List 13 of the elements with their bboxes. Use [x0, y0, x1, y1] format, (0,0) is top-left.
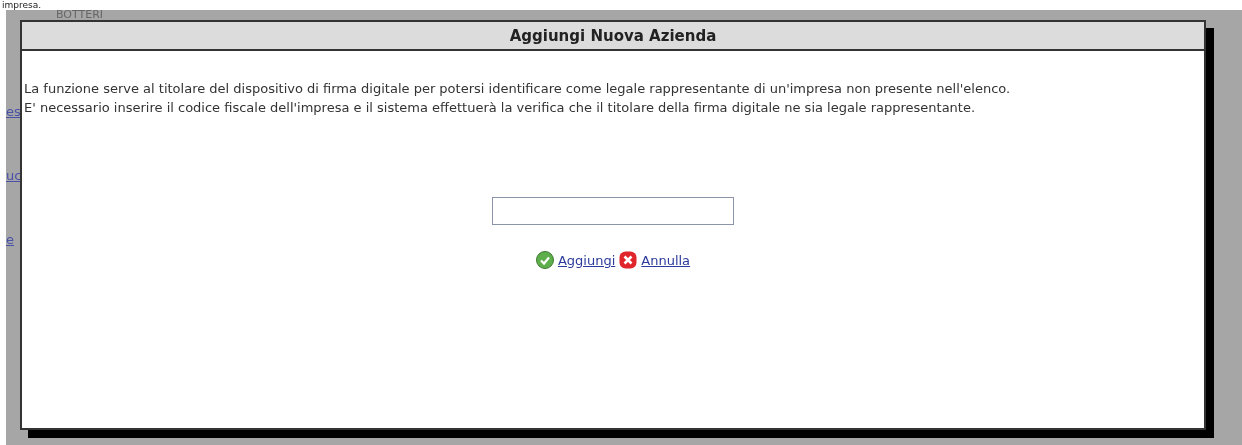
close-icon — [619, 251, 638, 269]
page-link[interactable]: e — [6, 232, 20, 248]
page-text: impresa. — [2, 0, 42, 10]
input-field[interactable] — [492, 197, 734, 225]
page-link[interactable]: uc — [6, 168, 20, 184]
page-heading: BOTTERI — [56, 10, 104, 20]
page-link[interactable]: es — [6, 104, 20, 120]
add-link[interactable]: Aggiungi — [557, 252, 616, 268]
dialog-title: Aggiungi Nuova Azienda — [509, 26, 717, 45]
description-text: La funzione serve al titolare del dispositivo di firma digitale per potersi identificare come legale rappresentante di un'impresa non presente nell'elenco. — [24, 80, 1012, 98]
cancel-link[interactable]: Annulla — [641, 252, 691, 268]
check-icon — [535, 251, 554, 269]
description-text: E' necessario inserire il codice fiscale dell'impresa e il sistema effettuerà la verifica che il titolare della firma digitale ne sia legale rappresentante. — [24, 99, 977, 117]
